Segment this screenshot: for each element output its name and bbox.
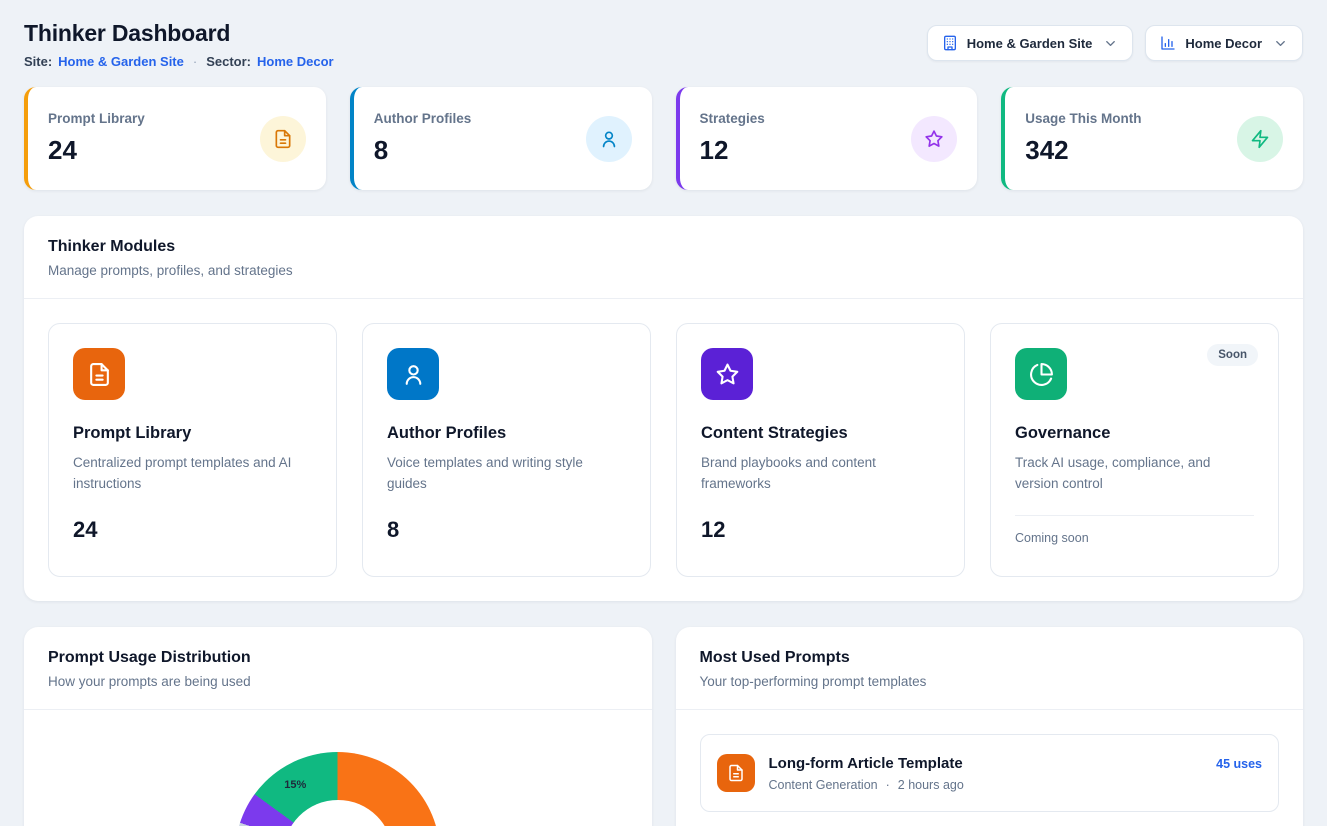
stat-card-usage: Usage This Month 342 xyxy=(1001,87,1303,190)
prompts-subtitle: Your top-performing prompt templates xyxy=(700,674,1280,689)
prompt-usage-card: Prompt Usage Distribution How your promp… xyxy=(24,627,652,826)
bottom-row: Prompt Usage Distribution How your promp… xyxy=(24,627,1303,826)
prompt-title: Long-form Article Template xyxy=(769,755,964,772)
module-title: Prompt Library xyxy=(73,424,312,443)
breadcrumb: Site: Home & Garden Site · Sector: Home … xyxy=(24,54,334,69)
most-used-prompts-card: Most Used Prompts Your top-performing pr… xyxy=(676,627,1304,826)
header: Thinker Dashboard Site: Home & Garden Si… xyxy=(24,20,1303,69)
coming-soon-text: Coming soon xyxy=(1015,531,1254,545)
stat-label: Usage This Month xyxy=(1025,111,1141,126)
usage-header: Prompt Usage Distribution How your promp… xyxy=(24,627,652,709)
module-count: 24 xyxy=(73,517,312,543)
usage-chart-area: 15% xyxy=(24,710,652,826)
usage-donut-chart: 15% xyxy=(235,752,440,826)
chevron-down-icon xyxy=(1103,36,1118,51)
stats-row: Prompt Library 24 Author Profiles 8 Stra… xyxy=(24,87,1303,190)
document-icon xyxy=(73,348,125,400)
stat-value: 12 xyxy=(700,135,765,166)
stat-info: Strategies 12 xyxy=(700,111,765,166)
soon-badge: Soon xyxy=(1207,344,1258,366)
stat-value: 342 xyxy=(1025,135,1141,166)
stat-label: Author Profiles xyxy=(374,111,472,126)
stat-info: Author Profiles 8 xyxy=(374,111,472,166)
site-selector-dropdown[interactable]: Home & Garden Site xyxy=(927,25,1134,61)
prompts-title: Most Used Prompts xyxy=(700,649,1280,667)
stat-info: Usage This Month 342 xyxy=(1025,111,1141,166)
document-icon xyxy=(717,754,755,792)
sparkle-star-icon xyxy=(911,116,957,162)
site-label: Site: xyxy=(24,54,52,69)
module-title: Content Strategies xyxy=(701,424,940,443)
site-selector-label: Home & Garden Site xyxy=(967,36,1093,51)
chevron-down-icon xyxy=(1273,36,1288,51)
user-icon xyxy=(586,116,632,162)
module-card-prompt-library[interactable]: Prompt Library Centralized prompt templa… xyxy=(48,323,337,577)
module-description: Centralized prompt templates and AI inst… xyxy=(73,453,312,495)
sector-selector-dropdown[interactable]: Home Decor xyxy=(1145,25,1303,61)
bar-chart-icon xyxy=(1160,35,1176,51)
modules-header: Thinker Modules Manage prompts, profiles… xyxy=(24,216,1303,298)
module-card-author-profiles[interactable]: Author Profiles Voice templates and writ… xyxy=(362,323,651,577)
stat-label: Strategies xyxy=(700,111,765,126)
prompt-category: Content Generation xyxy=(769,778,878,792)
prompt-list: Long-form Article Template Content Gener… xyxy=(676,710,1304,826)
separator-dot: · xyxy=(886,778,890,792)
pie-chart-icon xyxy=(1015,348,1067,400)
header-actions: Home & Garden Site Home Decor xyxy=(927,20,1303,61)
user-icon xyxy=(387,348,439,400)
stat-card-strategies: Strategies 12 xyxy=(676,87,978,190)
header-left: Thinker Dashboard Site: Home & Garden Si… xyxy=(24,20,334,69)
usage-title: Prompt Usage Distribution xyxy=(48,649,628,667)
building-icon xyxy=(942,35,958,51)
module-count: 12 xyxy=(701,517,940,543)
modules-title: Thinker Modules xyxy=(48,238,1279,256)
usage-subtitle: How your prompts are being used xyxy=(48,674,628,689)
module-title: Author Profiles xyxy=(387,424,626,443)
prompt-meta: Content Generation · 2 hours ago xyxy=(769,778,964,792)
separator-dot: · xyxy=(190,54,200,69)
site-link[interactable]: Home & Garden Site xyxy=(58,54,184,69)
page-title: Thinker Dashboard xyxy=(24,20,334,46)
stat-card-author-profiles: Author Profiles 8 xyxy=(350,87,652,190)
document-icon xyxy=(260,116,306,162)
dashboard-page: Thinker Dashboard Site: Home & Garden Si… xyxy=(0,0,1327,826)
module-description: Voice templates and writing style guides xyxy=(387,453,626,495)
modules-grid: Prompt Library Centralized prompt templa… xyxy=(24,299,1303,601)
prompt-uses-badge: 45 uses xyxy=(1216,757,1262,771)
sector-selector-label: Home Decor xyxy=(1185,36,1262,51)
stat-info: Prompt Library 24 xyxy=(48,111,145,166)
sparkle-star-icon xyxy=(701,348,753,400)
prompt-text: Long-form Article Template Content Gener… xyxy=(769,755,964,792)
sector-label: Sector: xyxy=(206,54,251,69)
stat-card-prompt-library: Prompt Library 24 xyxy=(24,87,326,190)
donut-slice-label: 15% xyxy=(284,779,306,791)
prompt-time: 2 hours ago xyxy=(898,778,964,792)
stat-value: 8 xyxy=(374,135,472,166)
modules-subtitle: Manage prompts, profiles, and strategies xyxy=(48,263,1279,278)
stat-value: 24 xyxy=(48,135,145,166)
module-card-content-strategies[interactable]: Content Strategies Brand playbooks and c… xyxy=(676,323,965,577)
lightning-icon xyxy=(1237,116,1283,162)
module-title: Governance xyxy=(1015,424,1254,443)
prompt-list-item[interactable]: Long-form Article Template Content Gener… xyxy=(700,734,1280,812)
module-count: 8 xyxy=(387,517,626,543)
divider xyxy=(1015,515,1254,516)
module-description: Brand playbooks and content frameworks xyxy=(701,453,940,495)
module-description: Track AI usage, compliance, and version … xyxy=(1015,453,1254,495)
donut-hole xyxy=(283,800,393,826)
thinker-modules-section: Thinker Modules Manage prompts, profiles… xyxy=(24,216,1303,601)
prompts-header: Most Used Prompts Your top-performing pr… xyxy=(676,627,1304,709)
sector-link[interactable]: Home Decor xyxy=(257,54,334,69)
stat-label: Prompt Library xyxy=(48,111,145,126)
module-card-governance[interactable]: Soon Governance Track AI usage, complian… xyxy=(990,323,1279,577)
